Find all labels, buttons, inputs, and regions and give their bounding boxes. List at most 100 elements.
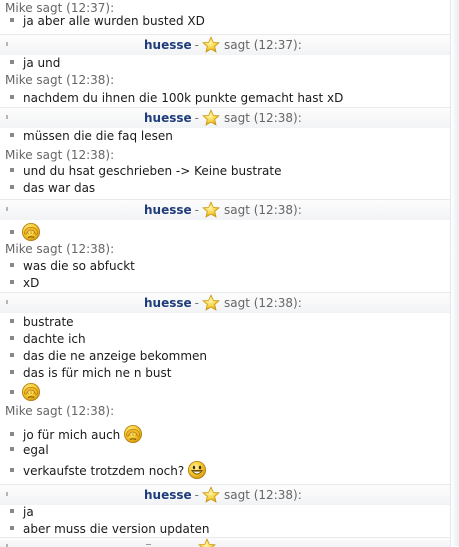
nickname-separator: -	[194, 38, 199, 52]
chat-message: jo für mich auch	[10, 424, 143, 444]
facepalm-emoticon-icon	[21, 382, 41, 402]
message-bullet	[10, 185, 14, 189]
message-bullet	[10, 509, 14, 513]
message-text: jo für mich auch	[23, 428, 121, 442]
message-bullet	[10, 319, 14, 323]
star-icon	[202, 294, 220, 312]
chat-message: was die so abfuckt	[10, 258, 135, 275]
facepalm-emoticon-icon	[21, 222, 41, 242]
message-text: bustrate	[23, 315, 74, 329]
chat-message: das die ne anzeige bekommen	[10, 348, 207, 365]
message-text: was die so abfuckt	[23, 259, 135, 273]
message-text: aber muss die version updaten	[23, 522, 210, 536]
chat-message: und du hsat geschrieben -> Keine bustrat…	[10, 163, 281, 180]
message-bullet	[10, 336, 14, 340]
message-text: ja aber alle wurden busted XD	[23, 14, 205, 28]
header-tick	[6, 300, 8, 304]
nickname-separator: -	[194, 488, 199, 502]
chat-history: Mike sagt (12:37): ja aber alle wurden bu…	[0, 0, 459, 547]
chat-message: dachte ich	[10, 331, 86, 348]
header-content: huesse - sagt (12:38):	[144, 293, 302, 313]
message-header-mike: Mike sagt (12:38):	[5, 73, 115, 87]
chat-message: nachdem du ihnen die 100k punkte gemacht…	[10, 90, 343, 107]
sender-nickname[interactable]: huesse	[144, 296, 192, 310]
chat-message: verkaufste trotzdem noch?	[10, 460, 207, 480]
message-bullet	[10, 526, 14, 530]
star-icon	[202, 201, 220, 219]
message-timestamp: sagt (12:38):	[224, 111, 302, 125]
chat-message: das war das	[10, 180, 95, 197]
message-text: ja und	[23, 56, 61, 70]
message-header-mike: Mike sagt (12:38):	[5, 242, 115, 256]
message-header-self: huesse - sagt (12:38):	[0, 107, 451, 128]
message-bullet	[10, 168, 14, 172]
facepalm-emoticon-icon	[123, 424, 143, 444]
sender-nickname[interactable]: huesse	[144, 38, 192, 52]
chat-message: ja	[10, 504, 34, 521]
message-bullet	[10, 230, 14, 234]
message-text: und du hsat geschrieben -> Keine bustrat…	[23, 164, 282, 178]
message-header-self: huesse - sagt (12:38):	[0, 484, 451, 505]
chat-message: das is für mich ne n bust	[10, 365, 171, 382]
message-text: nachdem du ihnen die 100k punkte gemacht…	[23, 91, 344, 105]
header-tick	[6, 207, 8, 211]
message-bullet	[10, 95, 14, 99]
message-header-self: huesse - sagt (12:38):	[0, 199, 451, 220]
header-content: huesse - sagt (12:38):	[144, 108, 302, 128]
message-text: ja	[23, 505, 34, 519]
message-text: das is für mich ne n bust	[23, 366, 172, 380]
message-header-mike: Mike sagt (12:38):	[5, 404, 115, 418]
message-bullet	[10, 133, 14, 137]
sender-nickname[interactable]: huesse	[144, 203, 192, 217]
chat-message: xD	[10, 275, 39, 292]
nickname-separator: -	[194, 111, 199, 125]
header-tick	[6, 115, 8, 119]
sender-nickname[interactable]: huesse	[144, 111, 192, 125]
chat-message: ja und	[10, 55, 60, 72]
star-icon	[202, 109, 220, 127]
message-text: das war das	[23, 181, 96, 195]
message-text: dachte ich	[23, 332, 86, 346]
message-bullet	[10, 390, 14, 394]
grin-emoticon-icon	[187, 460, 207, 480]
message-bullet	[10, 370, 14, 374]
message-timestamp: sagt (12:38):	[224, 203, 302, 217]
message-text: das die ne anzeige bekommen	[23, 349, 208, 363]
chat-message: bustrate	[10, 314, 74, 331]
message-bullet	[10, 353, 14, 357]
star-icon	[202, 486, 220, 504]
message-header-self: huesse - sagt (12:37):	[0, 34, 451, 55]
header-content: huesse - sagt (12:37):	[144, 35, 302, 55]
message-text: egal	[23, 443, 49, 457]
chat-message	[10, 382, 41, 402]
message-bullet	[10, 447, 14, 451]
message-header-self: huesse - sagt (12:38):	[0, 292, 451, 313]
chat-message: egal	[10, 442, 49, 459]
header-content: huesse - sagt (12:38):	[144, 200, 302, 220]
star-icon	[202, 36, 220, 54]
nickname-separator	[146, 544, 151, 545]
chat-message: müssen die die faq lesen	[10, 128, 173, 145]
chat-message	[10, 222, 41, 242]
chat-message: aber muss die version updaten	[10, 521, 210, 538]
message-bullet	[10, 263, 14, 267]
chat-message: ja aber alle wurden busted XD	[10, 13, 205, 30]
header-tick	[6, 42, 8, 46]
sender-nickname[interactable]: huesse	[144, 488, 192, 502]
window-frame-edge	[450, 0, 459, 546]
message-timestamp: sagt (12:38):	[224, 488, 302, 502]
message-text: verkaufste trotzdem noch?	[23, 464, 185, 478]
message-bullet	[10, 432, 14, 436]
header-content: huesse - sagt (12:38):	[144, 485, 302, 505]
message-bullet	[10, 60, 14, 64]
nickname-separator: -	[194, 296, 199, 310]
message-text: xD	[23, 276, 40, 290]
message-header-mike: Mike sagt (12:38):	[5, 148, 115, 162]
message-timestamp: sagt (12:38):	[224, 296, 302, 310]
header-tick	[6, 492, 8, 496]
nickname-separator: -	[194, 203, 199, 217]
message-timestamp: sagt (12:37):	[224, 38, 302, 52]
message-bullet	[10, 468, 14, 472]
message-bullet	[10, 18, 14, 22]
message-bullet	[10, 280, 14, 284]
